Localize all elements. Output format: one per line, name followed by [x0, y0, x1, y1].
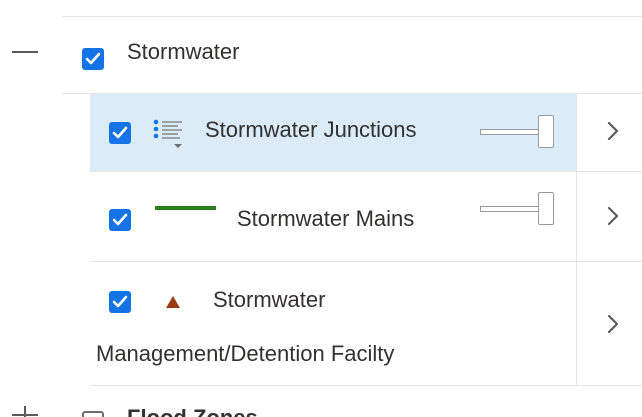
junctions-label: Stormwater Junctions — [205, 117, 417, 142]
flood-zones-label: Flood Zones — [127, 405, 258, 417]
junctions-chevron-right-icon[interactable] — [607, 121, 619, 146]
detention-label-line1: Stormwater — [213, 287, 326, 312]
group-checkbox[interactable] — [82, 48, 104, 70]
brown-triangle-icon — [165, 295, 181, 314]
flood-zones-checkbox[interactable] — [82, 411, 104, 417]
junctions-checkbox[interactable] — [109, 122, 131, 144]
detention-checkbox[interactable] — [109, 291, 131, 313]
mains-label: Stormwater Mains — [237, 206, 415, 231]
detention-chevron-right-icon[interactable] — [607, 314, 619, 339]
junctions-opacity-thumb[interactable] — [538, 115, 554, 148]
point-legend-icon — [152, 118, 186, 152]
group-label: Stormwater — [127, 39, 240, 64]
layer-row-detention[interactable]: Stormwater Management/Detention Facilty — [90, 262, 576, 385]
layer-row-mains[interactable]: Stormwater Mains — [90, 172, 576, 261]
layer-row-junctions[interactable]: Stormwater Junctions — [90, 94, 576, 171]
chevron-column-divider — [576, 94, 577, 386]
expand-icon[interactable] — [12, 406, 38, 417]
group-row-stormwater[interactable]: Stormwater — [0, 17, 642, 93]
mains-opacity-thumb[interactable] — [538, 192, 554, 225]
group-row-flood-zones[interactable]: Flood Zones — [0, 386, 642, 417]
detention-label-line2: Management/Detention Facilty — [96, 341, 395, 366]
mains-checkbox[interactable] — [109, 209, 131, 231]
junctions-opacity-track[interactable] — [480, 129, 544, 135]
collapse-icon[interactable] — [12, 51, 38, 53]
green-line-symbol-icon — [155, 206, 216, 210]
mains-chevron-right-icon[interactable] — [607, 206, 619, 231]
mains-opacity-track[interactable] — [480, 206, 544, 212]
